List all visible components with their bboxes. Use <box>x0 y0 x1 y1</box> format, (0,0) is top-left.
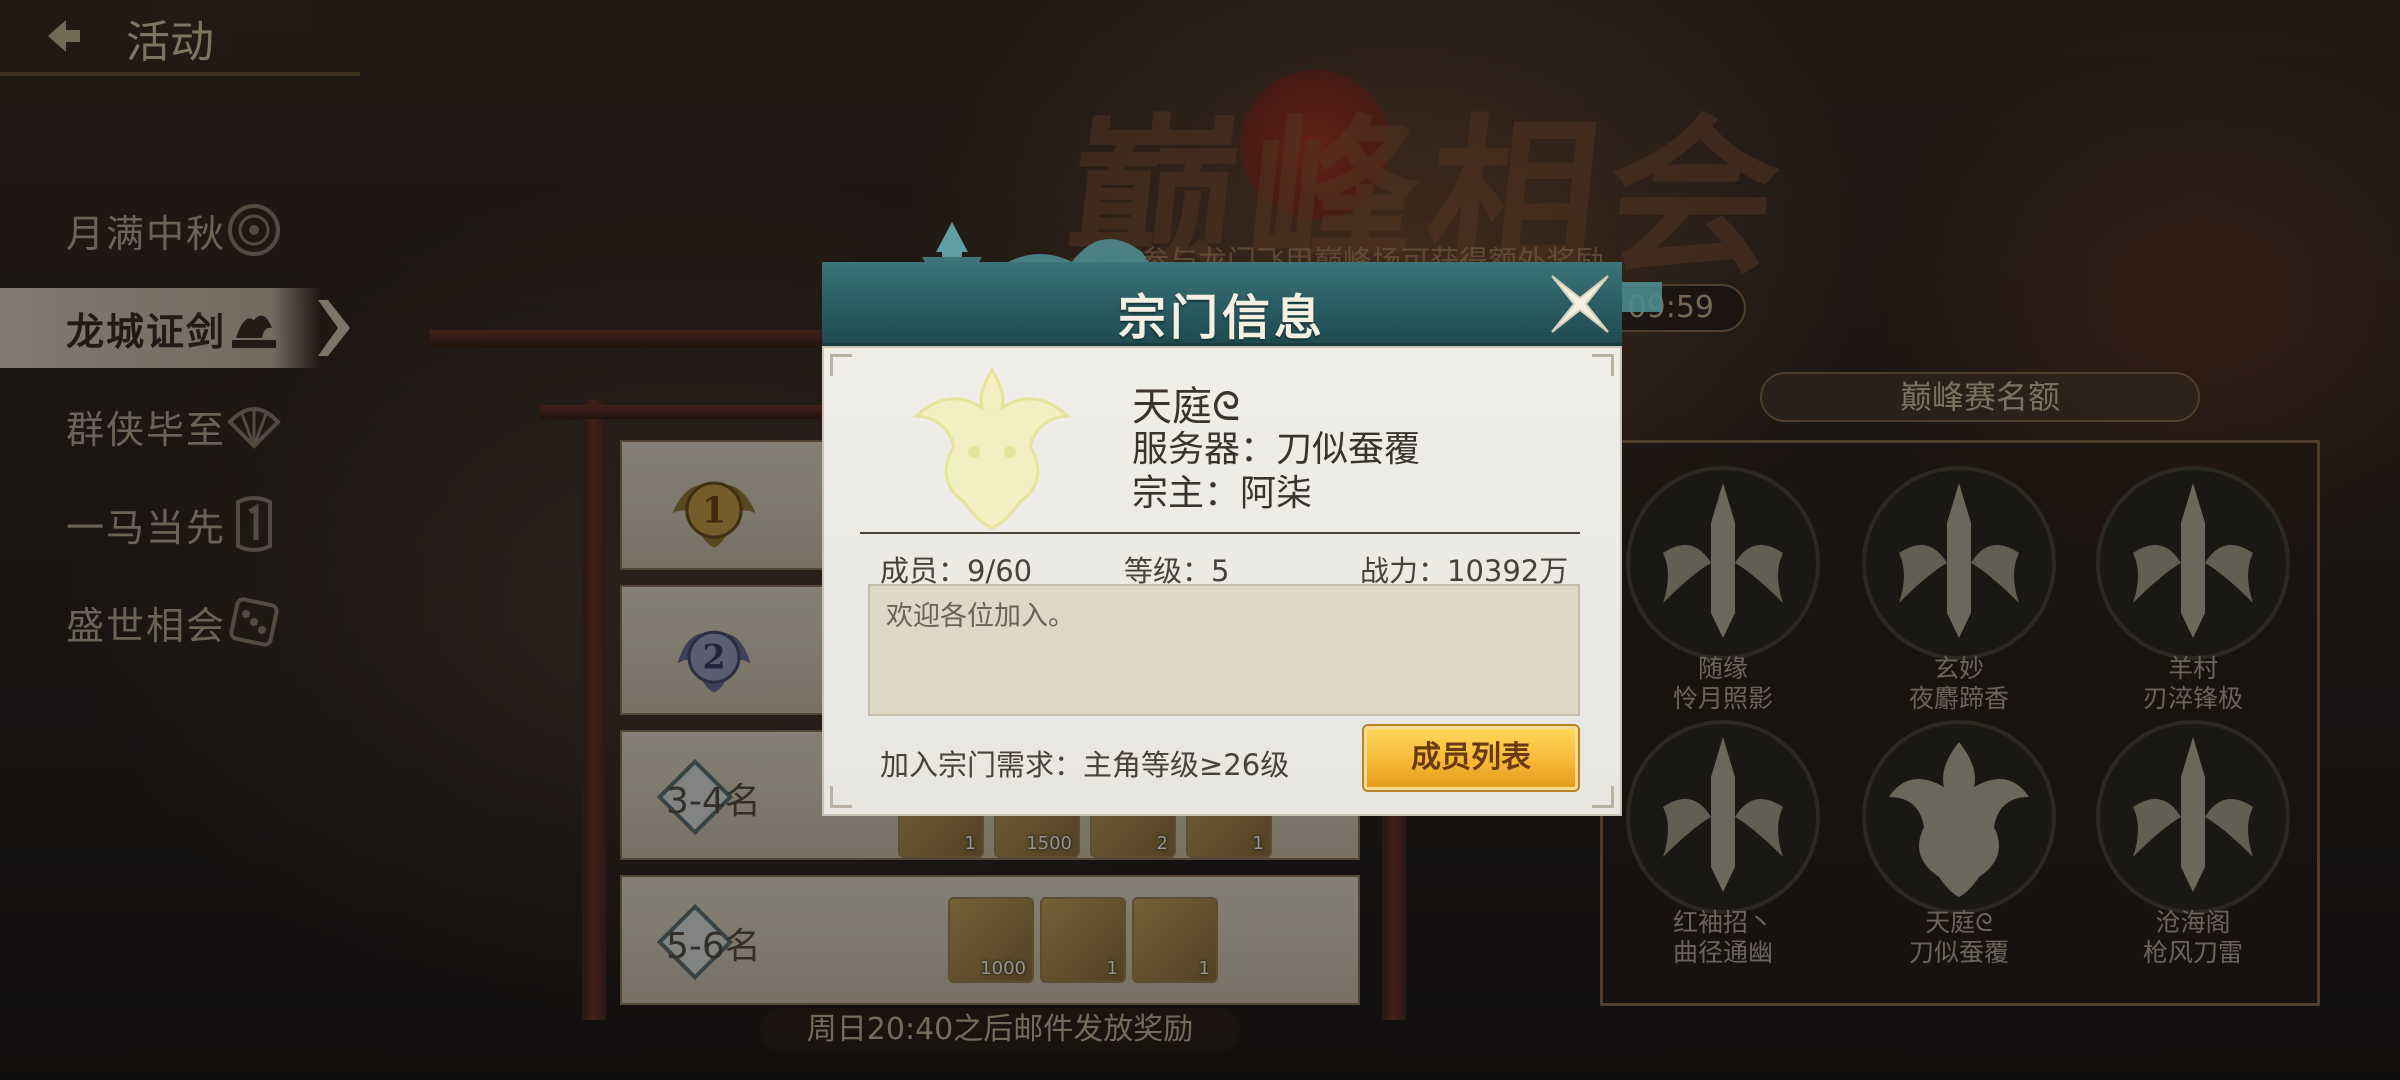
sect-info-dialog: 宗门信息 天庭ᘓ 服务器：刀似蚕覆 宗主：阿柒 成员：9/60 等级：5 战力：… <box>822 222 1662 816</box>
corner-ornament <box>1592 786 1614 808</box>
sect-motto: 欢迎各位加入。 <box>886 601 1075 632</box>
sect-leader: 宗主：阿柒 <box>1132 473 1313 514</box>
close-icon[interactable] <box>1544 268 1616 340</box>
member-list-button[interactable]: 成员列表 <box>1364 726 1578 790</box>
sect-motto-box: 欢迎各位加入。 <box>868 584 1580 716</box>
dialog-title: 宗门信息 <box>1117 290 1326 346</box>
corner-ornament <box>830 786 852 808</box>
info-divider <box>860 532 1580 534</box>
join-requirement: 加入宗门需求：主角等级≥26级 <box>880 748 1290 782</box>
dialog-body: 天庭ᘓ 服务器：刀似蚕覆 宗主：阿柒 成员：9/60 等级：5 战力：10392… <box>822 346 1622 816</box>
corner-ornament <box>830 354 852 376</box>
corner-ornament <box>1592 354 1614 376</box>
sect-dragon-emblem-icon <box>912 367 1072 530</box>
dialog-header: 宗门信息 <box>822 262 1622 346</box>
